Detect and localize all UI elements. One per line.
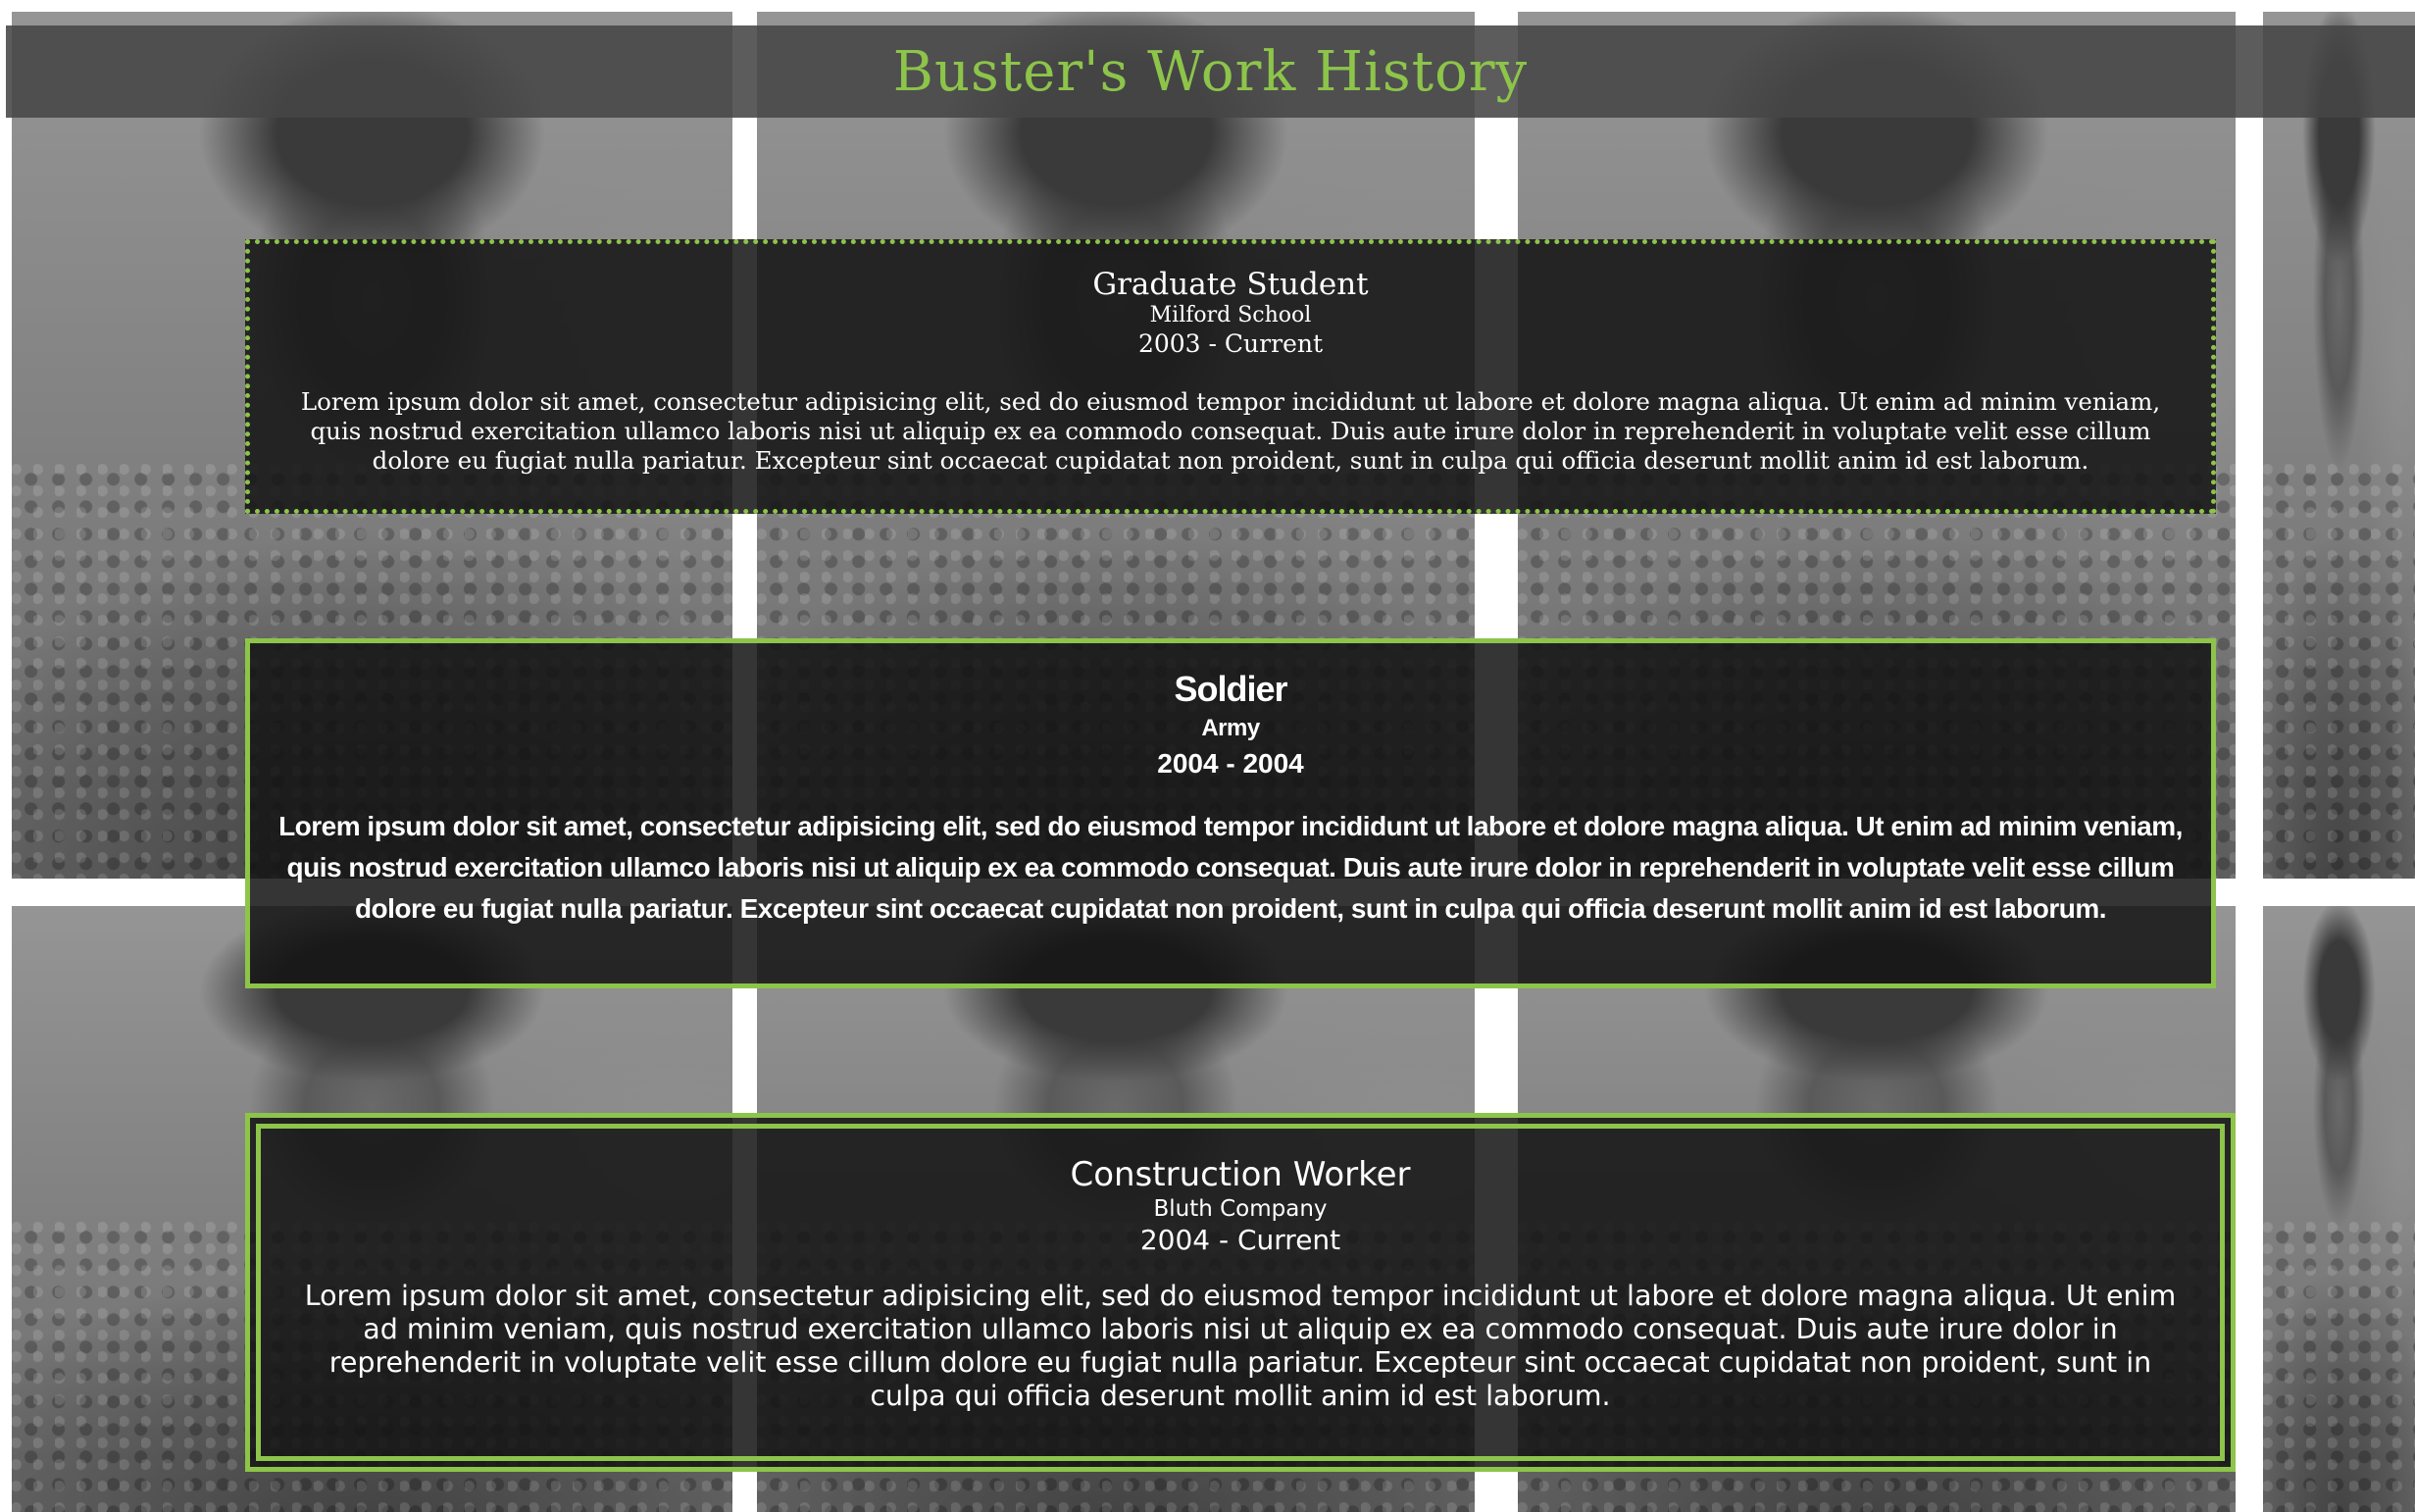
page-header: Buster's Work History [6, 25, 2415, 118]
job-card-inner-frame: Construction Worker Bluth Company 2004 -… [256, 1124, 2225, 1461]
job-company: Army [1201, 715, 1260, 741]
job-description: Lorem ipsum dolor sit amet, consectetur … [278, 811, 2183, 924]
page-title: Buster's Work History [892, 39, 1529, 104]
job-description: Lorem ipsum dolor sit amet, consectetur … [300, 387, 2161, 475]
job-company: Bluth Company [1153, 1196, 1328, 1222]
job-title: Construction Worker [1070, 1155, 1411, 1194]
job-description: Lorem ipsum dolor sit amet, consectetur … [304, 1280, 2177, 1412]
job-card-construction-worker: Construction Worker Bluth Company 2004 -… [245, 1113, 2236, 1472]
job-company: Milford School [1149, 303, 1312, 328]
job-title: Graduate Student [1092, 267, 1369, 302]
job-dates: 2003 - Current [1137, 329, 1324, 358]
job-dates: 2004 - 2004 [1157, 748, 1304, 779]
background-photo-tile [2263, 12, 2415, 879]
background-photo-tile [2263, 906, 2415, 1512]
job-dates: 2004 - Current [1139, 1224, 1341, 1256]
job-title: Soldier [1174, 669, 1287, 709]
job-card-soldier: Soldier Army 2004 - 2004 Lorem ipsum dol… [245, 638, 2216, 988]
job-card-graduate-student: Graduate Student Milford School 2003 - C… [245, 239, 2216, 514]
